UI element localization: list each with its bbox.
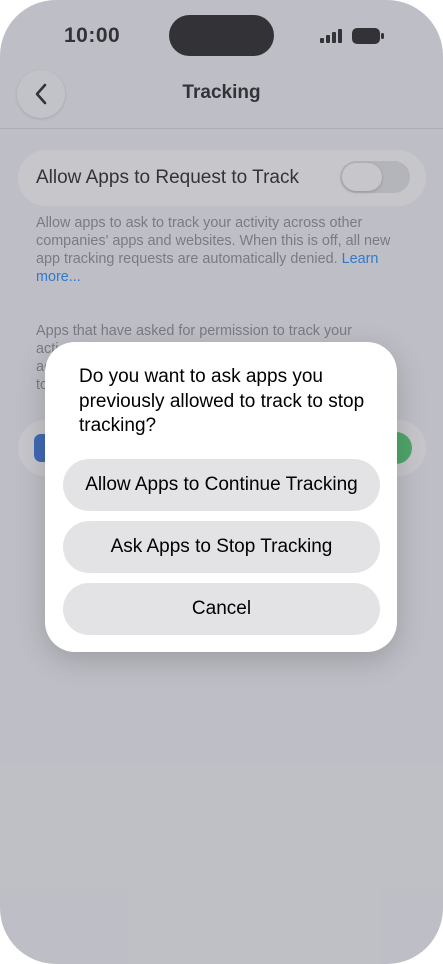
allow-continue-tracking-button[interactable]: Allow Apps to Continue Tracking: [63, 459, 380, 511]
phone-screen: 10:00 Tracking Allow Apps to Request to …: [0, 0, 443, 964]
cancel-button[interactable]: Cancel: [63, 583, 380, 635]
stop-tracking-alert: Do you want to ask apps you previously a…: [45, 342, 397, 652]
alert-message: Do you want to ask apps you previously a…: [79, 366, 365, 436]
ask-stop-tracking-button[interactable]: Ask Apps to Stop Tracking: [63, 521, 380, 573]
